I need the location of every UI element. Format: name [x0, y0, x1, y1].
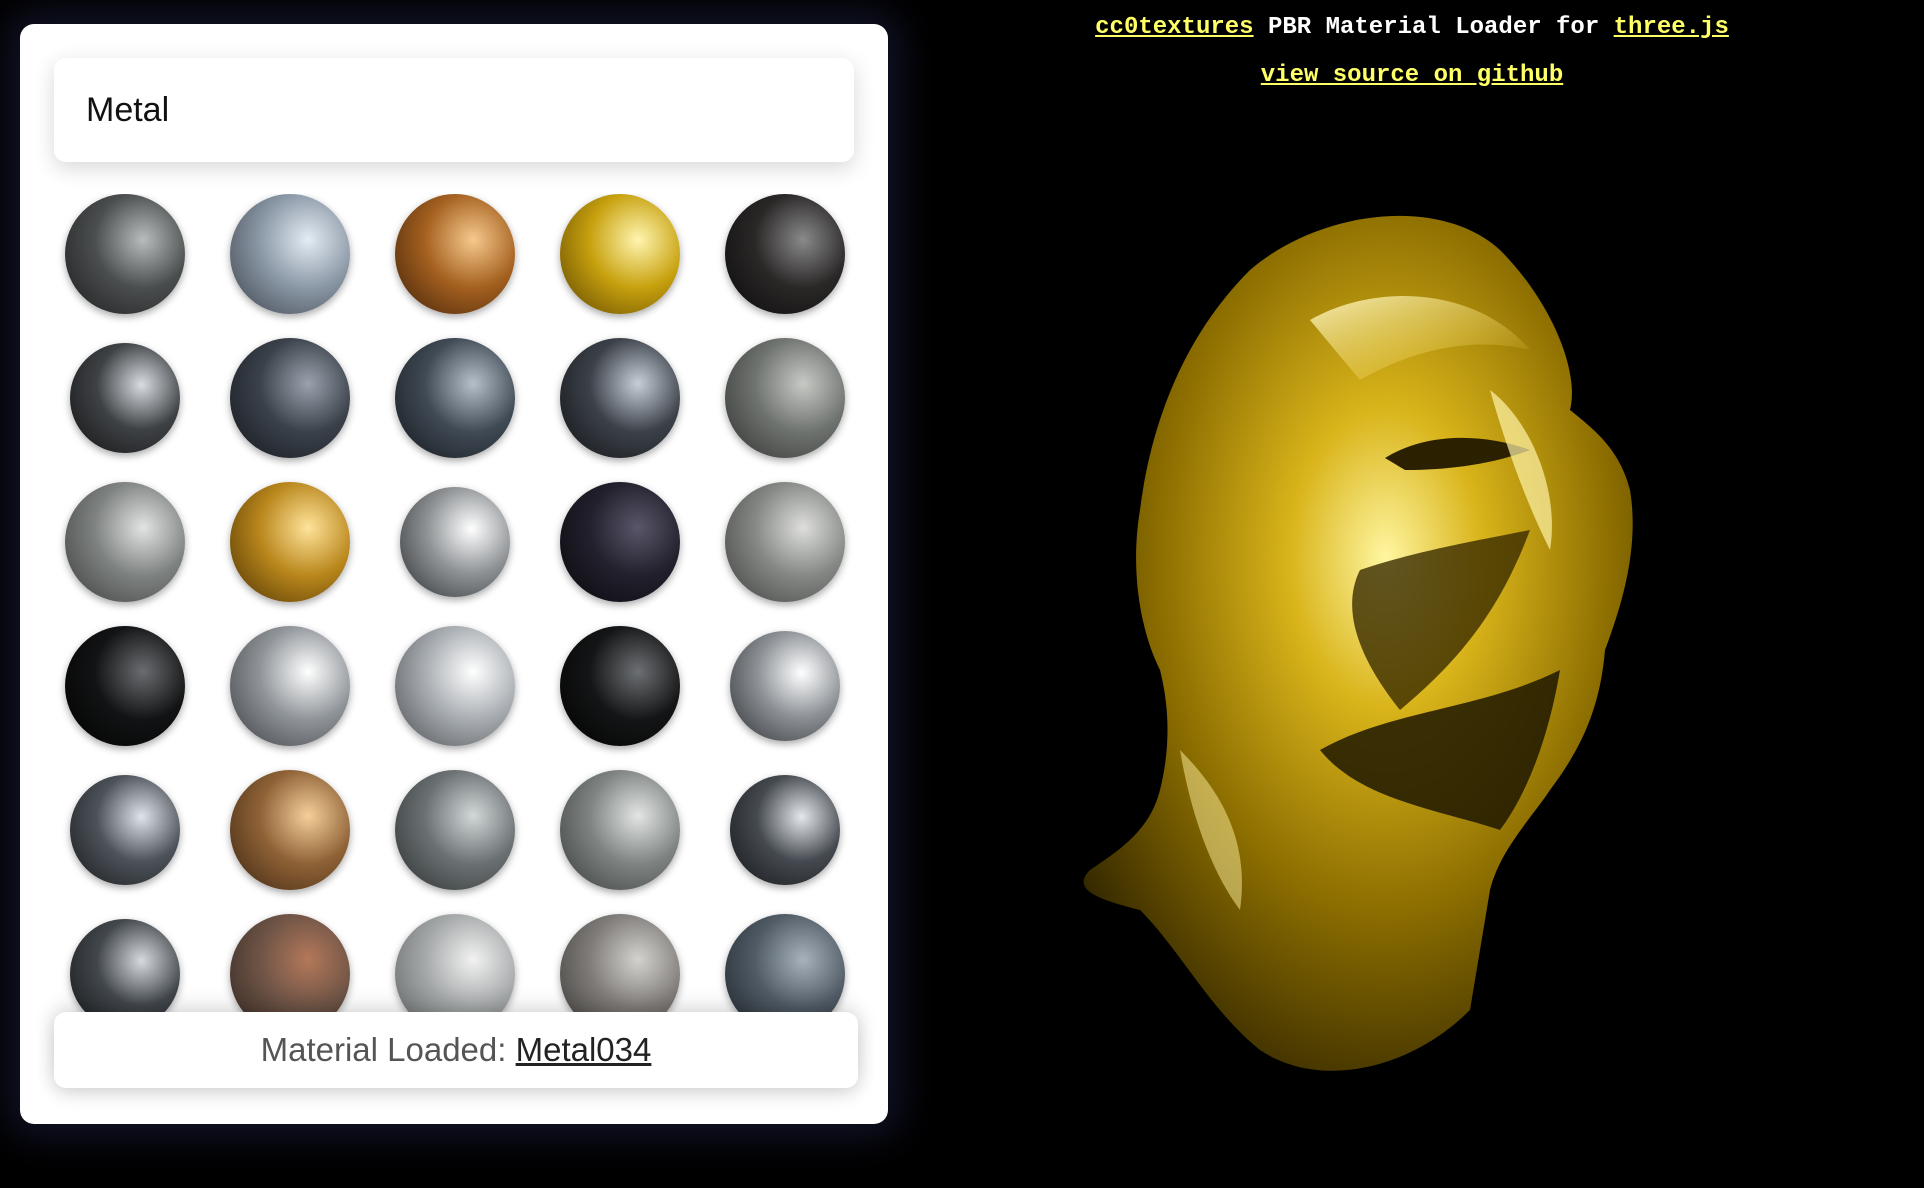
material-sphere[interactable] — [560, 194, 680, 314]
material-panel: Material Loaded: Metal034 — [20, 24, 888, 1124]
material-sphere[interactable] — [65, 626, 185, 746]
material-sphere[interactable] — [230, 770, 350, 890]
material-grid — [20, 194, 888, 1034]
material-sphere[interactable] — [395, 338, 515, 458]
cc0textures-link[interactable]: cc0textures — [1095, 14, 1253, 41]
3d-viewport[interactable] — [1060, 190, 1780, 1110]
material-sphere[interactable] — [70, 775, 180, 885]
material-sphere[interactable] — [65, 482, 185, 602]
material-sphere[interactable] — [230, 338, 350, 458]
material-sphere[interactable] — [395, 194, 515, 314]
title-line: cc0textures PBR Material Loader for thre… — [900, 10, 1924, 46]
loaded-material-link[interactable]: Metal034 — [516, 1031, 652, 1068]
material-sphere[interactable] — [560, 338, 680, 458]
search-input[interactable] — [54, 58, 854, 162]
title-text: PBR Material Loader for — [1253, 14, 1614, 41]
status-label: Material Loaded: — [260, 1031, 516, 1068]
github-source-link[interactable]: view source on github — [1261, 62, 1563, 89]
material-sphere[interactable] — [560, 482, 680, 602]
status-bar: Material Loaded: Metal034 — [54, 1012, 858, 1088]
material-sphere[interactable] — [70, 343, 180, 453]
material-sphere[interactable] — [725, 338, 845, 458]
material-sphere[interactable] — [400, 487, 510, 597]
material-sphere[interactable] — [560, 626, 680, 746]
threejs-link[interactable]: three.js — [1614, 14, 1729, 41]
material-sphere[interactable] — [395, 770, 515, 890]
material-sphere[interactable] — [230, 626, 350, 746]
material-sphere[interactable] — [725, 194, 845, 314]
material-sphere[interactable] — [730, 775, 840, 885]
header: cc0textures PBR Material Loader for thre… — [900, 10, 1924, 94]
source-line: view source on github — [900, 58, 1924, 94]
material-sphere[interactable] — [725, 482, 845, 602]
material-sphere[interactable] — [730, 631, 840, 741]
material-sphere[interactable] — [395, 626, 515, 746]
material-sphere[interactable] — [230, 482, 350, 602]
material-sphere[interactable] — [560, 770, 680, 890]
material-sphere[interactable] — [230, 194, 350, 314]
material-sphere[interactable] — [65, 194, 185, 314]
